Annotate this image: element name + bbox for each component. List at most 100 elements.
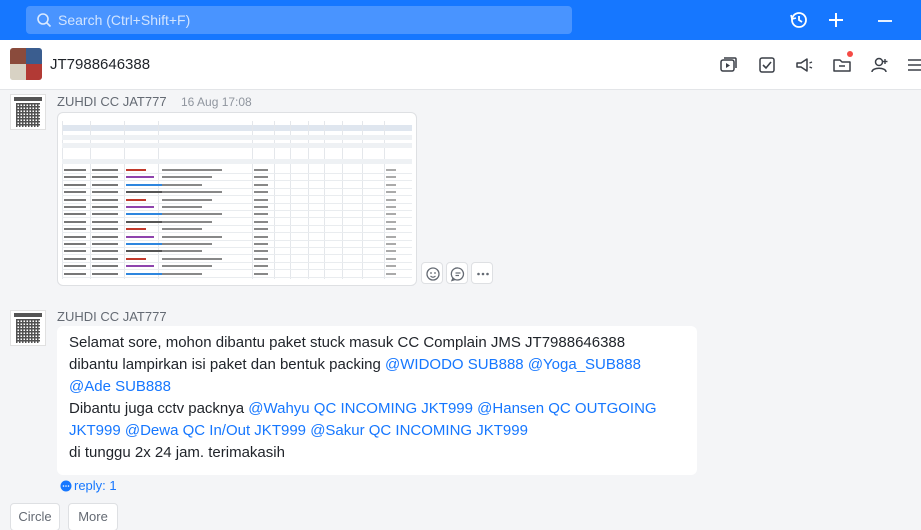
sheet-row [62,263,412,271]
sheet-cell [92,257,118,260]
sheet-cell [386,228,396,231]
checklist-icon[interactable] [757,55,777,75]
mention-link[interactable]: @Wahyu QC INCOMING JKT999 [248,400,473,417]
message-line: Dibantu juga cctv packnya @Wahyu QC INCO… [69,400,657,417]
sheet-cell [386,235,396,238]
sheet-header-row [62,159,412,164]
message-line: di tunggu 2x 24 jam. terimakasih [69,444,285,461]
sheet-cell [386,183,396,186]
sheet-cell [386,191,396,194]
message-text: dibantu lampirkan isi paket dan bentuk p… [69,356,386,373]
sheet-cell [162,206,202,208]
sheet-row [62,174,412,182]
sheet-cell [254,206,268,208]
image-attachment[interactable] [57,112,417,286]
sheet-cell [254,213,268,216]
sheet-cell [162,228,202,231]
sender-avatar[interactable] [10,310,46,346]
sheet-cell [162,183,202,186]
qr-code-icon [16,103,40,127]
message-line: JKT999 @Dewa QC In/Out JKT999 @Sakur QC … [69,422,528,439]
sheet-row [62,248,412,256]
sheet-cell [126,257,146,260]
plus-icon[interactable] [826,10,846,30]
sheet-cell [254,220,268,223]
sheet-cell [64,235,86,238]
chat-header: JT7988646388 [0,40,921,90]
announcement-icon[interactable] [794,55,814,75]
sheet-cell [64,220,86,223]
sheet-cell [64,169,86,171]
sheet-cell [126,213,162,216]
add-member-icon[interactable] [870,55,890,75]
sheet-cell [126,183,162,186]
sheet-row [62,204,412,211]
sheet-cell [92,206,118,208]
sheet-row [62,167,412,174]
sheet-cell [386,272,396,275]
history-icon[interactable] [789,10,809,30]
circle-button[interactable]: Circle [10,503,60,530]
mention-link[interactable]: @WIDODO SUB888 [385,356,524,373]
sheet-cell [126,243,162,245]
sheet-row [62,241,412,248]
sheet-cell [254,228,268,231]
screen-share-icon[interactable] [718,55,738,75]
sheet-cell [386,213,396,216]
sheet-cell [64,183,86,186]
chat-title: JT7988646388 [50,56,151,73]
sheet-cell [254,265,268,268]
sheet-header-row [62,143,412,148]
sheet-cell [92,265,118,268]
sheet-cell [92,176,118,179]
sheet-row [62,219,412,226]
sheet-cell [126,206,154,208]
reaction-button[interactable] [421,262,443,284]
text-message-bubble[interactable]: Selamat sore, mohon dibantu paket stuck … [57,326,697,475]
sheet-row [62,211,412,219]
mention-link[interactable]: @Hansen QC OUTGOING [477,400,656,417]
sheet-row [62,271,412,278]
sheet-row [62,256,412,263]
sheet-cell [162,220,212,223]
message-text: Dibantu juga cctv packnya [69,400,249,417]
sheet-cell [162,250,202,253]
message-line: @Ade SUB888 [69,378,171,395]
mention-link[interactable]: @Dewa QC In/Out JKT999 [125,422,306,439]
sender-name[interactable]: ZUHDI CC JAT777 [57,309,167,324]
sender-avatar[interactable] [10,94,46,130]
sheet-cell [386,176,396,179]
sheet-row [62,226,412,234]
minimize-icon[interactable] [875,10,895,30]
group-avatar[interactable] [10,48,42,80]
avatar-header-strip [14,97,42,101]
settings-icon[interactable] [906,55,921,75]
folder-icon[interactable] [832,55,852,75]
sheet-cell [162,169,222,171]
sheet-cell [162,243,212,245]
sheet-cell [162,257,222,260]
sheet-cell [162,265,212,268]
mention-link[interactable]: JKT999 [69,422,121,439]
more-actions-button[interactable] [471,262,493,284]
mention-link[interactable]: @Ade SUB888 [69,378,171,395]
message-text: Selamat sore, mohon dibantu paket stuck … [69,334,626,351]
search-input[interactable]: Search (Ctrl+Shift+F) [26,6,572,34]
sender-name[interactable]: ZUHDI CC JAT777 [57,94,167,109]
sheet-cell [386,265,396,268]
mention-link[interactable]: @Sakur QC INCOMING JKT999 [310,422,528,439]
sheet-cell [64,206,86,208]
sheet-cell [162,213,222,216]
mention-link[interactable]: @Yoga_SUB888 [528,356,641,373]
sheet-cell [386,257,396,260]
sheet-cell [254,257,268,260]
sheet-cell [64,250,86,253]
notification-badge [847,51,853,57]
more-button[interactable]: More [68,503,118,530]
sheet-cell [386,220,396,223]
reply-in-thread-button[interactable] [446,262,468,284]
sheet-cell [162,198,212,201]
sheet-header-row [62,135,412,140]
sheet-cell [92,220,118,223]
sheet-cell [386,206,396,208]
